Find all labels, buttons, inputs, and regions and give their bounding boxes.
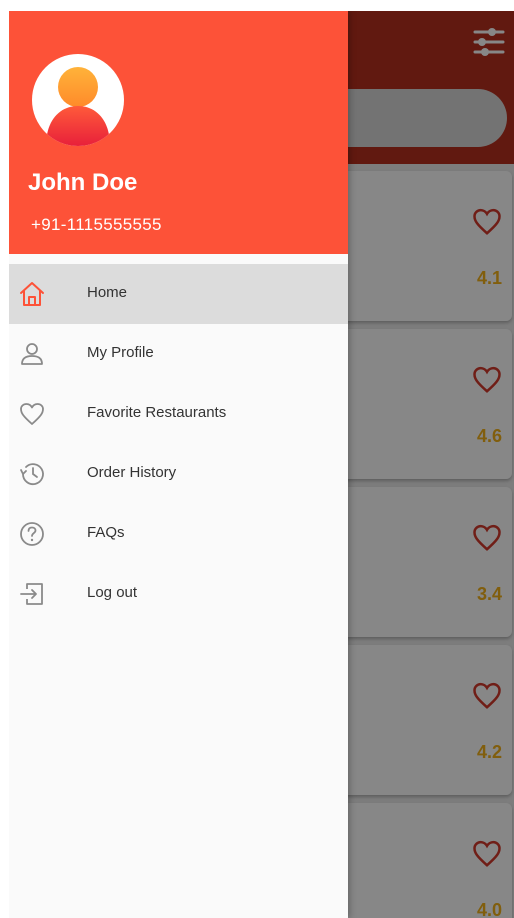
menu-item-faqs[interactable]: FAQs	[9, 504, 348, 564]
app-screen: 4.1 4.6 3.4 4.2 4.0 John Doe +91-1115555…	[9, 11, 514, 918]
question-icon	[18, 520, 46, 548]
logout-icon	[18, 580, 46, 608]
user-name: John Doe	[28, 169, 138, 196]
drawer-header: John Doe +91-1115555555	[9, 11, 348, 254]
menu-item-home[interactable]: Home	[9, 264, 348, 324]
avatar[interactable]	[32, 54, 124, 146]
heart-icon	[18, 400, 46, 428]
menu-item-order-history[interactable]: Order History	[9, 444, 348, 504]
menu-item-favorite-restaurants[interactable]: Favorite Restaurants	[9, 384, 348, 444]
menu-item-label: Log out	[87, 584, 138, 601]
menu-item-label: Home	[87, 284, 128, 301]
menu-item-log-out[interactable]: Log out	[9, 564, 348, 624]
menu-item-label: My Profile	[87, 344, 154, 361]
menu-item-my-profile[interactable]: My Profile	[9, 324, 348, 384]
profile-icon	[18, 340, 46, 368]
menu-item-label: Order History	[87, 464, 177, 481]
menu-item-label: FAQs	[87, 524, 125, 541]
history-icon	[18, 460, 46, 488]
drawer-menu: Home My Profile Favorite Restaurants Ord…	[9, 264, 348, 624]
navigation-drawer: John Doe +91-1115555555 Home My Profile …	[9, 11, 348, 918]
home-icon	[18, 280, 46, 308]
user-phone: +91-1115555555	[31, 215, 162, 234]
menu-item-label: Favorite Restaurants	[87, 404, 227, 421]
